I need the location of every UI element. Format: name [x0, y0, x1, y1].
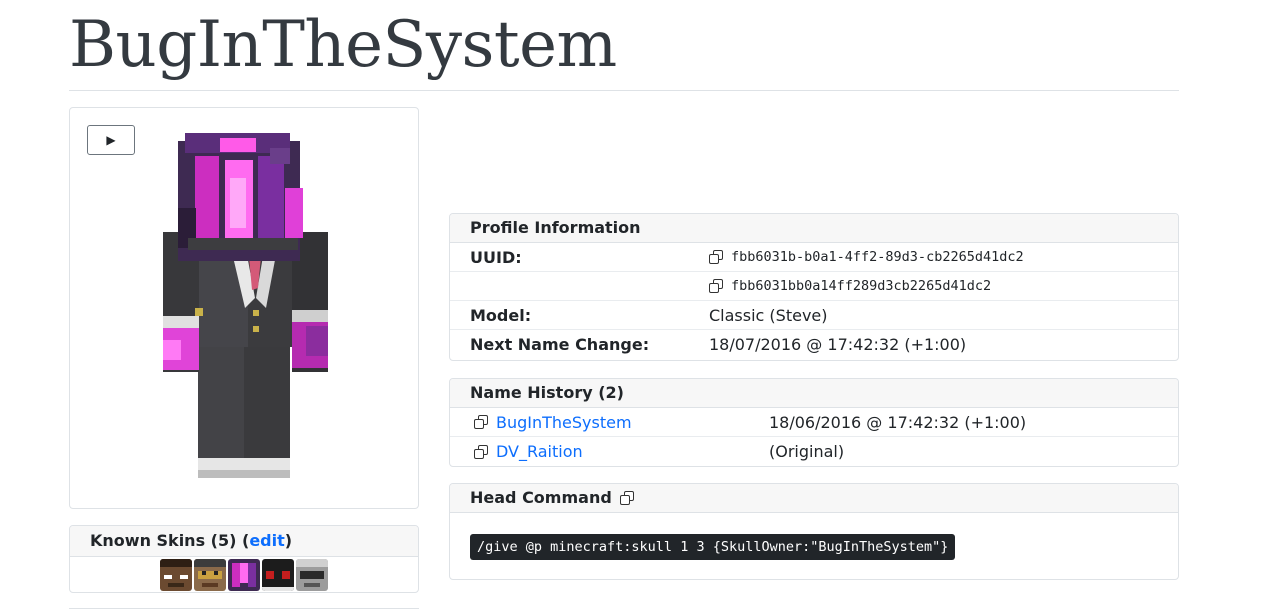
- skin-head: [178, 133, 303, 261]
- copy-icon[interactable]: [619, 491, 634, 505]
- page-title: BugInTheSystem: [69, 8, 617, 82]
- known-skins-card: Known Skins (5) (edit): [69, 525, 419, 593]
- play-animation-button[interactable]: ▶: [87, 125, 135, 155]
- uuid-short-row: fbb6031bb0a14ff289d3cb2265d41dc2: [450, 272, 1178, 301]
- next-card-edge: [69, 608, 419, 609]
- copy-icon[interactable]: [474, 444, 488, 459]
- profile-info-card: Profile Information UUID: fbb6031b-b0a1-…: [449, 213, 1179, 361]
- uuid-label: UUID:: [470, 247, 522, 267]
- next-name-change-label: Next Name Change:: [470, 335, 650, 354]
- next-name-change-row: Next Name Change: 18/07/2016 @ 17:42:32 …: [450, 330, 1178, 359]
- model-label: Model:: [470, 305, 532, 325]
- name-history-date: 18/06/2016 @ 17:42:32 (+1:00): [769, 412, 1027, 432]
- skin-render[interactable]: [70, 108, 420, 510]
- uuid-row: UUID: fbb6031b-b0a1-4ff2-89d3-cb2265d41d…: [450, 243, 1178, 272]
- known-skins-title: Known Skins (5): [90, 531, 237, 550]
- name-history-link[interactable]: BugInTheSystem: [496, 413, 632, 432]
- head-command-header: Head Command: [450, 484, 1178, 513]
- skin-thumb-1[interactable]: [160, 559, 192, 591]
- profile-info-header: Profile Information: [450, 214, 1178, 243]
- model-value: Classic (Steve): [709, 305, 828, 325]
- skin-thumb-3[interactable]: [228, 559, 260, 591]
- name-history-row: DV_Raition (Original): [450, 437, 1178, 466]
- skin-thumb-5[interactable]: [296, 559, 328, 591]
- name-history-card: Name History (2) BugInTheSystem 18/06/20…: [449, 378, 1179, 467]
- name-history-header: Name History (2): [450, 379, 1178, 408]
- next-name-change-value: 18/07/2016 @ 17:42:32 (+1:00): [709, 335, 967, 354]
- head-command-card: Head Command /give @p minecraft:skull 1 …: [449, 483, 1179, 580]
- skin-thumb-4[interactable]: [262, 559, 294, 591]
- skin-thumb-2[interactable]: [194, 559, 226, 591]
- name-history-link[interactable]: DV_Raition: [496, 442, 583, 461]
- name-history-date: (Original): [769, 442, 845, 461]
- copy-icon[interactable]: [709, 279, 723, 293]
- known-skins-header: Known Skins (5) (edit): [70, 526, 418, 557]
- uuid-value[interactable]: fbb6031b-b0a1-4ff2-89d3-cb2265d41dc2: [731, 249, 1024, 265]
- skin-thumbnails: [70, 557, 418, 591]
- model-row: Model: Classic (Steve): [450, 301, 1178, 330]
- copy-icon[interactable]: [709, 250, 723, 264]
- head-command-code[interactable]: /give @p minecraft:skull 1 3 {SkullOwner…: [470, 534, 956, 560]
- name-history-row: BugInTheSystem 18/06/2016 @ 17:42:32 (+1…: [450, 408, 1178, 437]
- edit-skins-link[interactable]: edit: [249, 531, 284, 550]
- head-command-title: Head Command: [470, 488, 612, 507]
- skin-viewer-card[interactable]: ▶: [69, 107, 419, 509]
- title-divider: [69, 90, 1179, 91]
- uuid-short-value[interactable]: fbb6031bb0a14ff289d3cb2265d41dc2: [731, 278, 991, 294]
- copy-icon[interactable]: [474, 415, 488, 429]
